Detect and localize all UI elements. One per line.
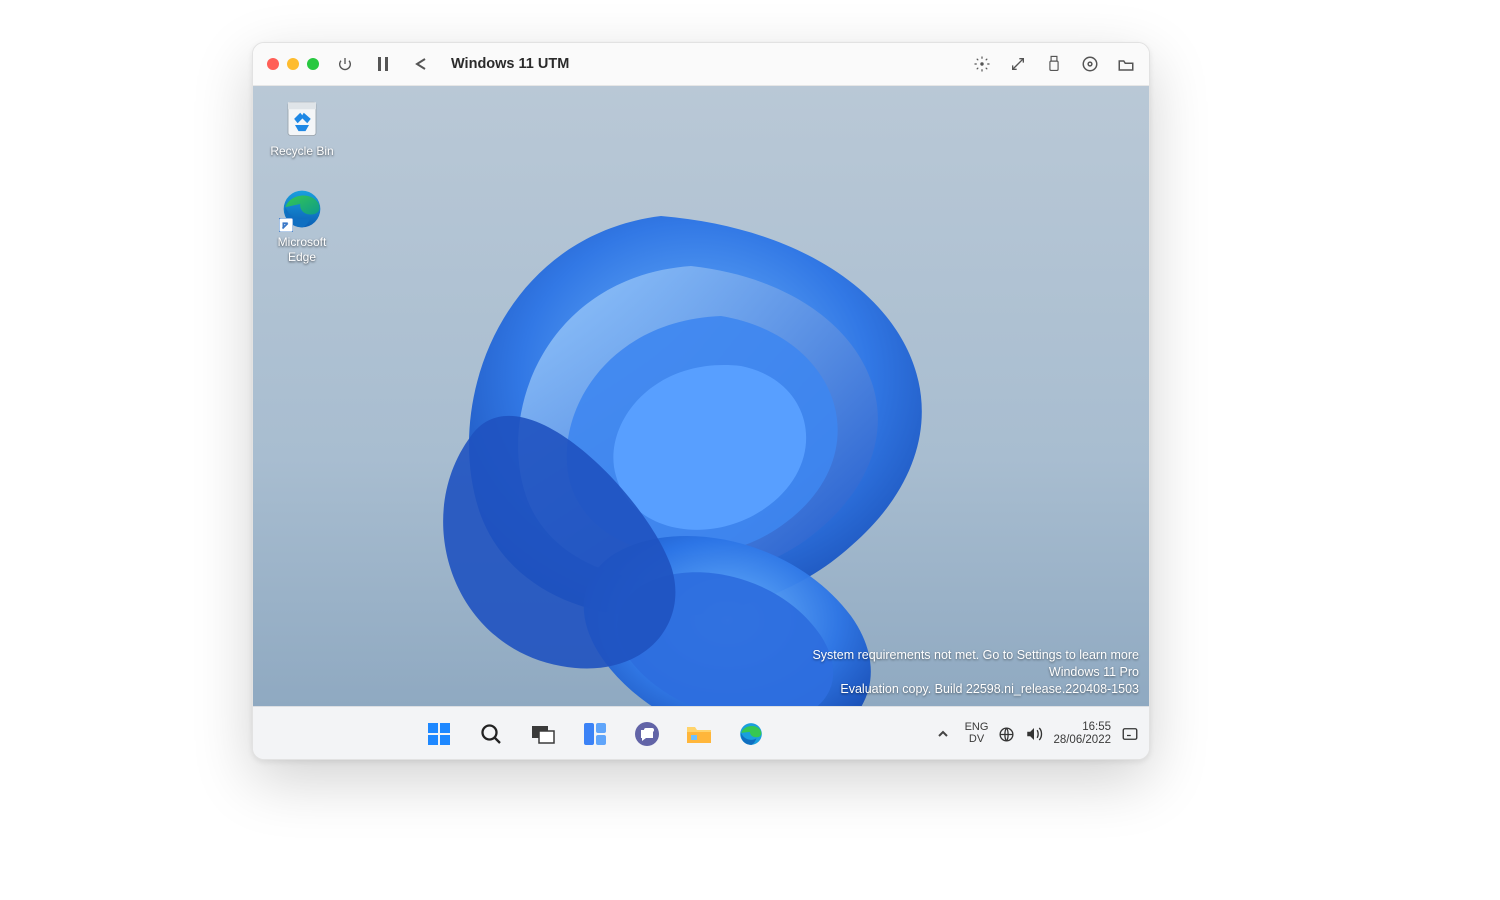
shared-folder-icon[interactable] — [1117, 55, 1135, 73]
notifications-button[interactable] — [1121, 725, 1139, 743]
recycle-bin-icon — [280, 96, 324, 140]
edge-icon — [280, 187, 324, 231]
widgets-button[interactable] — [578, 717, 612, 751]
traffic-light-zoom-icon[interactable] — [307, 58, 319, 70]
tray-overflow-button[interactable] — [937, 728, 955, 740]
desktop-icon-recycle-bin[interactable]: Recycle Bin — [263, 96, 341, 159]
chat-button[interactable] — [630, 717, 664, 751]
watermark-line: Evaluation copy. Build 22598.ni_release.… — [812, 681, 1139, 698]
volume-icon[interactable] — [1025, 726, 1043, 742]
vm-pause-button[interactable] — [371, 57, 395, 71]
drive-image-icon[interactable] — [1081, 55, 1099, 73]
wallpaper-bloom-icon — [381, 126, 1021, 706]
activation-watermark: System requirements not met. Go to Setti… — [812, 647, 1139, 698]
vm-restart-button[interactable] — [409, 57, 433, 71]
traffic-light-close-icon[interactable] — [267, 58, 279, 70]
watermark-line: Windows 11 Pro — [812, 664, 1139, 681]
start-button[interactable] — [422, 717, 456, 751]
language-indicator[interactable]: ENG DV — [965, 722, 989, 745]
desktop-icon-label: Recycle Bin — [270, 144, 333, 159]
host-titlebar: Windows 11 UTM — [253, 43, 1149, 86]
clock-button[interactable]: 16:55 28/06/2022 — [1053, 721, 1111, 746]
capture-cursor-icon[interactable] — [973, 55, 991, 73]
clock-date: 28/06/2022 — [1053, 734, 1111, 747]
taskbar-edge-button[interactable] — [734, 717, 768, 751]
host-window-title: Windows 11 UTM — [451, 56, 569, 72]
file-explorer-button[interactable] — [682, 717, 716, 751]
usb-devices-icon[interactable] — [1045, 55, 1063, 73]
clock-time: 16:55 — [1053, 721, 1111, 734]
guest-taskbar: ENG DV 16:55 28/06/2022 — [253, 706, 1149, 760]
vm-power-button[interactable] — [333, 56, 357, 72]
utm-vm-window: Windows 11 UTM — [252, 42, 1150, 760]
search-button[interactable] — [474, 717, 508, 751]
traffic-light-minimize-icon[interactable] — [287, 58, 299, 70]
resize-display-icon[interactable] — [1009, 55, 1027, 73]
language-line: DV — [965, 734, 989, 746]
network-icon[interactable] — [998, 726, 1015, 743]
guest-desktop[interactable]: Recycle Bin — [253, 86, 1149, 706]
desktop-icon-label: Microsoft Edge — [278, 235, 327, 265]
task-view-button[interactable] — [526, 717, 560, 751]
watermark-line: System requirements not met. Go to Setti… — [812, 647, 1139, 664]
desktop-icon-edge[interactable]: Microsoft Edge — [263, 187, 341, 265]
